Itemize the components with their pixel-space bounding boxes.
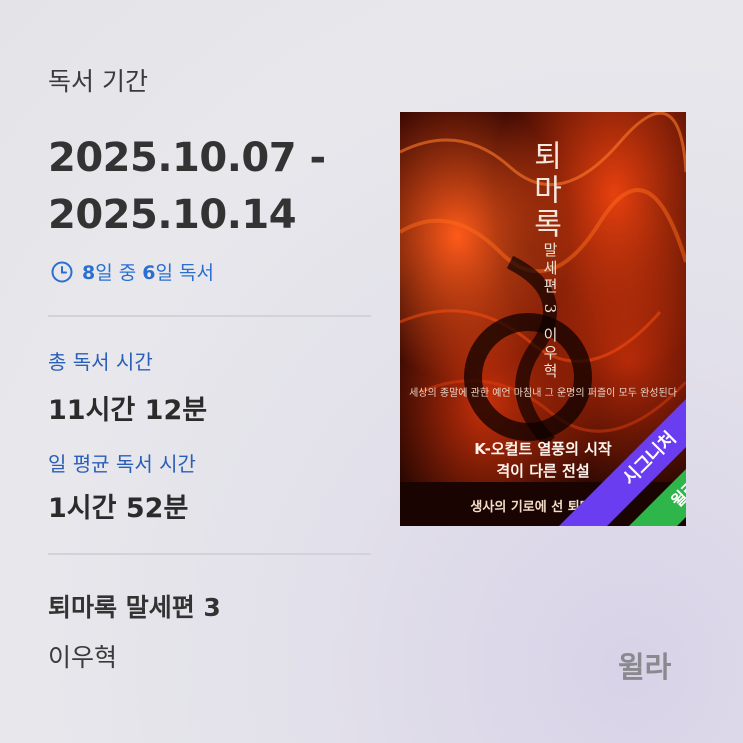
days-suffix-text: 일 독서 xyxy=(155,262,214,284)
brand-logo: 윌라 xyxy=(618,650,672,684)
book-title: 퇴마록 말세편 3 xyxy=(48,593,221,622)
total-reading-value: 11시간 12분 xyxy=(48,388,207,427)
total-hours: 11 xyxy=(48,395,86,426)
book-author: 이우혁 xyxy=(48,643,118,672)
total-reading-label: 총 독서 시간 xyxy=(48,350,153,374)
avg-minutes: 52 xyxy=(125,493,164,524)
avg-hours-unit: 시간 xyxy=(66,493,126,524)
total-minutes-unit: 분 xyxy=(182,395,208,426)
divider xyxy=(48,315,371,317)
cover-ribbons: 시그니처 윌라 xyxy=(400,112,686,526)
reading-days: 8일 중 6일 독서 xyxy=(50,258,214,285)
total-hours-unit: 시간 xyxy=(85,395,145,426)
avg-hours: 1 xyxy=(48,493,67,524)
period-range-end: 2025.10.14 xyxy=(48,192,297,238)
period-range-start: 2025.10.07 - xyxy=(48,135,326,181)
total-days: 8 xyxy=(82,262,96,284)
read-days: 6 xyxy=(142,262,156,284)
total-minutes: 12 xyxy=(144,395,183,426)
avg-reading-value: 1시간 52분 xyxy=(48,486,188,525)
period-label: 독서 기간 xyxy=(48,67,148,96)
days-mid-text: 일 중 xyxy=(95,262,143,284)
clock-icon xyxy=(51,261,73,282)
avg-reading-label: 일 평균 독서 시간 xyxy=(48,452,196,476)
divider xyxy=(48,553,371,555)
avg-minutes-unit: 분 xyxy=(163,493,189,524)
